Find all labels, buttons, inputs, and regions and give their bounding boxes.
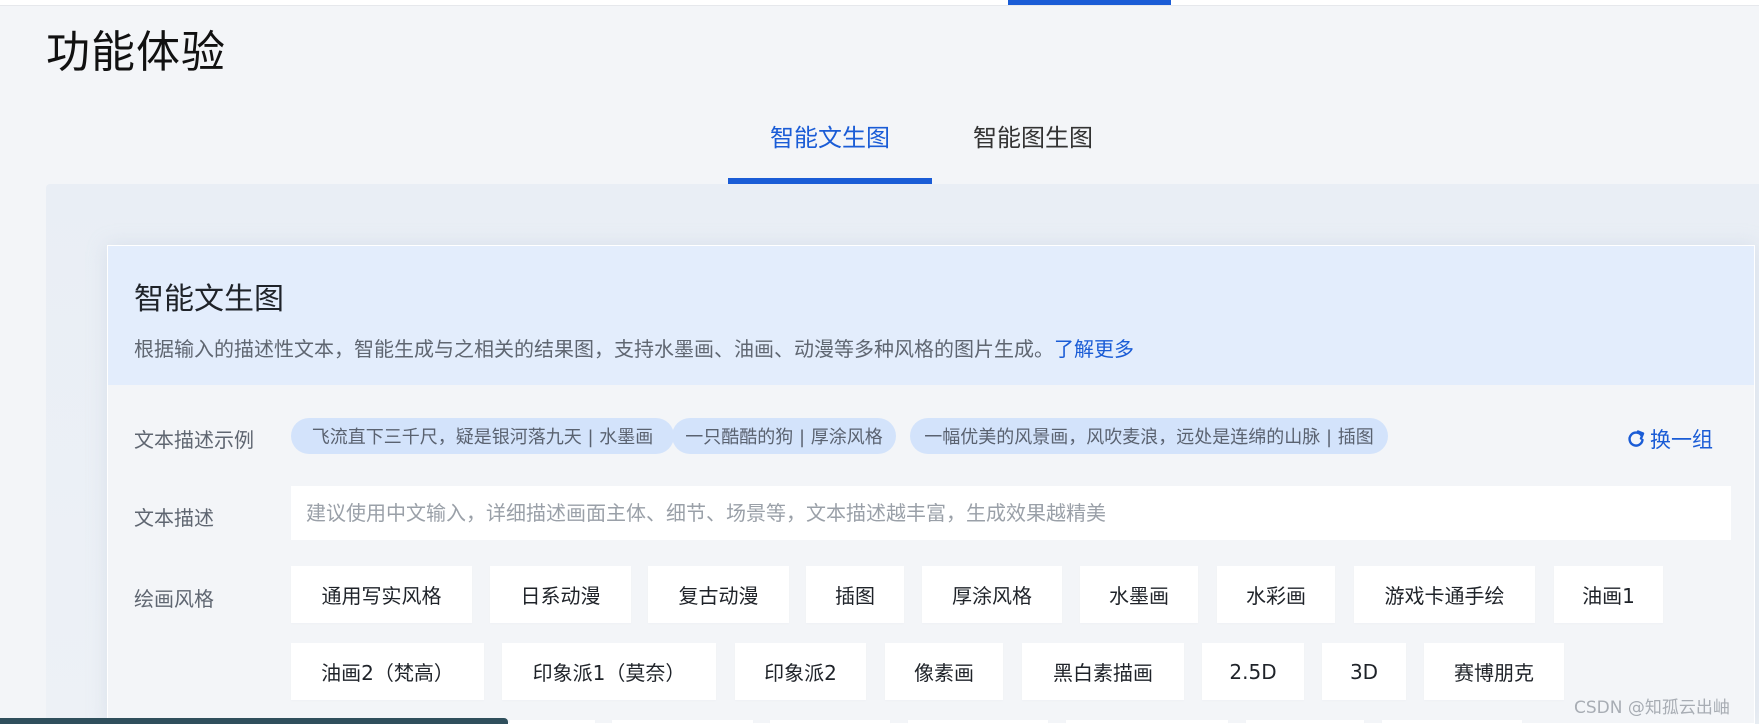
learn-more-link[interactable]: 了解更多 — [1054, 337, 1134, 361]
card-title: 智能文生图 — [134, 282, 284, 317]
style-option-sketch[interactable]: 黑白素描画 — [1022, 643, 1184, 700]
refresh-icon — [1628, 430, 1645, 447]
style-option-impasto[interactable]: 厚涂风格 — [922, 566, 1062, 623]
style-option-impressionism-1[interactable]: 印象派1（莫奈） — [502, 643, 716, 700]
style-option-oil-painting-1[interactable]: 油画1 — [1554, 566, 1663, 623]
style-option-partial[interactable] — [612, 720, 753, 724]
watermark: CSDN @知孤云出岫 — [1574, 698, 1730, 718]
top-nav-active-indicator — [1008, 0, 1171, 5]
style-option-illustration[interactable]: 插图 — [806, 566, 904, 623]
style-option-anime[interactable]: 日系动漫 — [490, 566, 631, 623]
refresh-label: 换一组 — [1650, 428, 1713, 452]
style-option-retro-anime[interactable]: 复古动漫 — [648, 566, 789, 623]
card-description-text: 根据输入的描述性文本，智能生成与之相关的结果图，支持水墨画、油画、动漫等多种风格… — [134, 337, 1054, 361]
text-description-input[interactable] — [291, 486, 1731, 540]
card-header: 智能文生图 根据输入的描述性文本，智能生成与之相关的结果图，支持水墨画、油画、动… — [108, 246, 1754, 385]
style-option-game-cartoon[interactable]: 游戏卡通手绘 — [1354, 566, 1535, 623]
style-option-oil-painting-2[interactable]: 油画2（梵高） — [291, 643, 484, 700]
style-option-ink-painting[interactable]: 水墨画 — [1080, 566, 1198, 623]
style-option-3d[interactable]: 3D — [1322, 643, 1406, 700]
style-option-realistic[interactable]: 通用写实风格 — [291, 566, 472, 623]
text-description-label: 文本描述 — [134, 506, 214, 530]
tab-image-to-image[interactable]: 智能图生图 — [940, 112, 1126, 184]
text-to-image-card: 智能文生图 根据输入的描述性文本，智能生成与之相关的结果图，支持水墨画、油画、动… — [107, 245, 1755, 724]
style-option-impressionism-2[interactable]: 印象派2 — [735, 643, 866, 700]
style-option-partial[interactable] — [908, 720, 1048, 724]
example-chip[interactable]: 一只酷酷的狗 | 厚涂风格 — [672, 418, 896, 454]
example-chip[interactable]: 飞流直下三千尺，疑是银河落九天 | 水墨画 — [291, 418, 674, 454]
style-option-2-5d[interactable]: 2.5D — [1202, 643, 1304, 700]
style-option-pixel-art[interactable]: 像素画 — [885, 643, 1003, 700]
style-label: 绘画风格 — [134, 587, 214, 611]
card-description: 根据输入的描述性文本，智能生成与之相关的结果图，支持水墨画、油画、动漫等多种风格… — [134, 333, 1134, 362]
style-option-partial[interactable] — [770, 720, 890, 724]
style-option-partial[interactable] — [510, 720, 595, 724]
style-option-partial[interactable] — [1382, 720, 1522, 724]
style-option-partial[interactable] — [1066, 720, 1228, 724]
top-nav-strip — [0, 0, 1759, 6]
style-option-partial[interactable] — [1246, 720, 1364, 724]
tab-text-to-image[interactable]: 智能文生图 — [728, 112, 932, 184]
example-chip[interactable]: 一幅优美的风景画，风吹麦浪，远处是连绵的山脉 | 插图 — [910, 418, 1388, 454]
style-option-cyberpunk[interactable]: 赛博朋克 — [1424, 643, 1564, 700]
style-option-watercolor[interactable]: 水彩画 — [1217, 566, 1335, 623]
horizontal-scrollbar[interactable] — [0, 718, 508, 724]
refresh-examples-button[interactable]: 换一组 — [1626, 424, 1713, 454]
page-title: 功能体验 — [46, 27, 226, 78]
examples-label: 文本描述示例 — [134, 428, 254, 452]
feature-tabs: 智能文生图 智能图生图 — [0, 112, 1759, 184]
